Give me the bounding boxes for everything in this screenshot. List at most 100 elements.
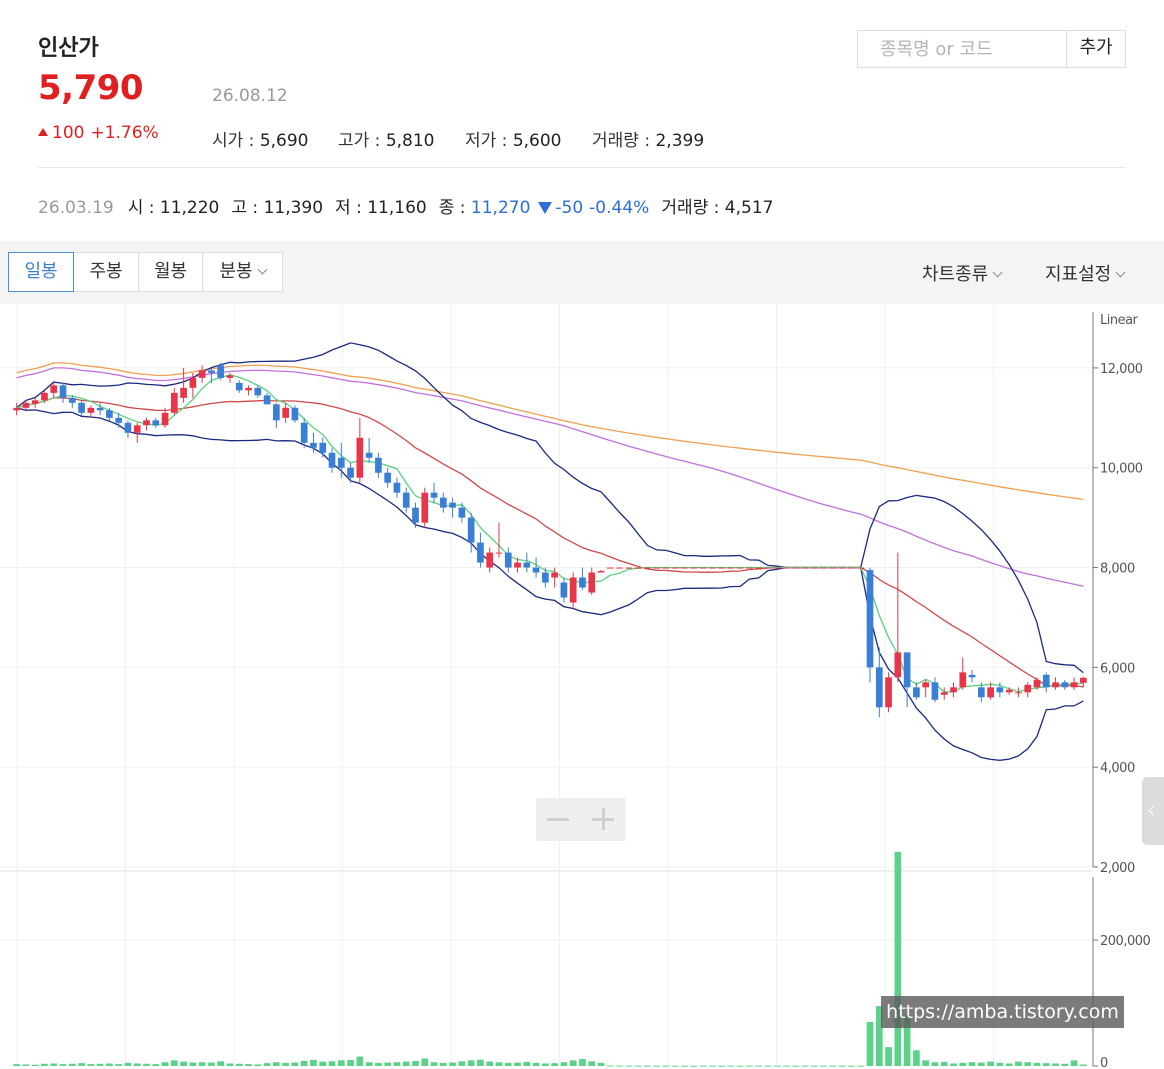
candle-body xyxy=(634,567,642,569)
volume-bar xyxy=(950,1063,957,1066)
volume-bar xyxy=(78,1063,85,1066)
volume-bar xyxy=(625,1065,633,1067)
volume-bar xyxy=(811,1065,818,1067)
stat-value: 2,399 xyxy=(655,131,705,151)
candle xyxy=(152,417,160,428)
change-percent: +1.76% xyxy=(90,123,159,143)
side-panel-handle[interactable] xyxy=(1142,777,1164,845)
indicator-menu[interactable]: 지표설정 xyxy=(1045,260,1126,286)
volume-bar xyxy=(885,1047,892,1066)
candle-body xyxy=(866,570,874,668)
volume-bar xyxy=(337,1060,345,1066)
zoom-in-button[interactable] xyxy=(581,798,626,841)
volume-bar xyxy=(940,1061,948,1066)
candle-body xyxy=(393,482,401,493)
tab-monthly[interactable]: 월봉 xyxy=(138,252,203,292)
tab-weekly[interactable]: 주봉 xyxy=(73,252,139,292)
volume-bar xyxy=(319,1061,327,1066)
candle xyxy=(783,567,790,569)
candle xyxy=(579,567,586,591)
candle-body xyxy=(1024,684,1032,693)
candle-body xyxy=(1080,677,1087,683)
candle-body xyxy=(504,552,512,568)
candle xyxy=(1070,677,1078,690)
volume-bar xyxy=(384,1062,392,1066)
volume-bar xyxy=(644,1065,651,1067)
candle xyxy=(634,567,642,569)
candle-body xyxy=(143,420,150,426)
candle xyxy=(208,367,215,383)
volume-bar xyxy=(467,1060,475,1066)
candle xyxy=(616,567,623,569)
volume-bar xyxy=(588,1061,596,1066)
y-tick-label: 12,000 xyxy=(1100,362,1143,377)
candle-body xyxy=(569,577,577,603)
candle xyxy=(1080,676,1087,688)
volume-bar xyxy=(987,1061,994,1066)
volume-bar xyxy=(365,1062,373,1066)
hover-low-label: 저 : xyxy=(335,198,368,218)
volume-bar xyxy=(653,1065,661,1067)
volume-bar xyxy=(68,1063,76,1066)
candle-body xyxy=(820,567,827,569)
stat-volume: 거래량 : 2,399 xyxy=(592,126,704,151)
volume-bar xyxy=(495,1062,503,1066)
candle xyxy=(356,417,364,483)
candle-body xyxy=(180,387,187,398)
candle xyxy=(170,387,178,416)
candle-body xyxy=(801,567,809,569)
volume-bar xyxy=(198,1062,206,1066)
volume-bar xyxy=(115,1064,123,1066)
candle xyxy=(291,405,299,423)
candle xyxy=(449,497,456,518)
candle-body xyxy=(792,567,800,569)
chart-type-menu[interactable]: 차트종류 xyxy=(922,260,1003,286)
zoom-control xyxy=(536,798,626,841)
candle-body xyxy=(996,687,1004,693)
candle xyxy=(671,567,679,569)
candle xyxy=(569,572,577,608)
volume-bar xyxy=(681,1065,688,1067)
volume-bar xyxy=(143,1063,150,1066)
price-scale-label: Linear xyxy=(1100,313,1139,328)
candle-body xyxy=(1042,674,1050,688)
candle-body xyxy=(625,567,633,569)
candle-body xyxy=(495,552,503,554)
volume-bar xyxy=(282,1062,289,1066)
candle xyxy=(245,385,252,396)
candle xyxy=(319,437,327,458)
volume-bar xyxy=(931,1062,939,1066)
search-input[interactable] xyxy=(858,31,1066,67)
candle-body xyxy=(31,400,39,404)
zoom-out-button[interactable] xyxy=(536,798,581,841)
change-amount: 100 xyxy=(52,123,85,143)
volume-bar xyxy=(1015,1061,1022,1066)
divider xyxy=(38,167,1126,168)
stat-value: 5,690 xyxy=(259,131,309,151)
volume-bar xyxy=(792,1065,800,1067)
candle-body xyxy=(161,412,169,426)
volume-bar xyxy=(977,1062,985,1066)
candle-body xyxy=(421,492,429,523)
y-tick-label: 6,000 xyxy=(1100,661,1135,676)
volume-bar xyxy=(848,1065,855,1067)
volume-bar xyxy=(514,1062,521,1066)
candle xyxy=(495,522,503,558)
candlestick-chart[interactable]: 2,000 4,000 6,000 8,000 10,000 12,000 Linear 0 2… xyxy=(0,304,1164,1069)
volume-bar xyxy=(523,1061,531,1066)
candle xyxy=(894,552,902,683)
candle xyxy=(328,447,336,473)
stat-label: 거래량 : xyxy=(592,131,656,151)
candle-body xyxy=(811,567,818,569)
candle xyxy=(1052,677,1059,690)
tab-minute[interactable]: 분봉 xyxy=(202,252,283,292)
stat-low: 저가 : 5,600 xyxy=(465,126,562,151)
candle-body xyxy=(217,365,225,378)
candle xyxy=(885,672,892,713)
candle xyxy=(486,547,494,573)
search-box xyxy=(857,30,1067,68)
hover-close-label: 종 : xyxy=(438,198,471,218)
add-button[interactable]: 추가 xyxy=(1066,30,1126,68)
candle-body xyxy=(439,497,447,508)
tab-daily[interactable]: 일봉 xyxy=(8,252,74,292)
